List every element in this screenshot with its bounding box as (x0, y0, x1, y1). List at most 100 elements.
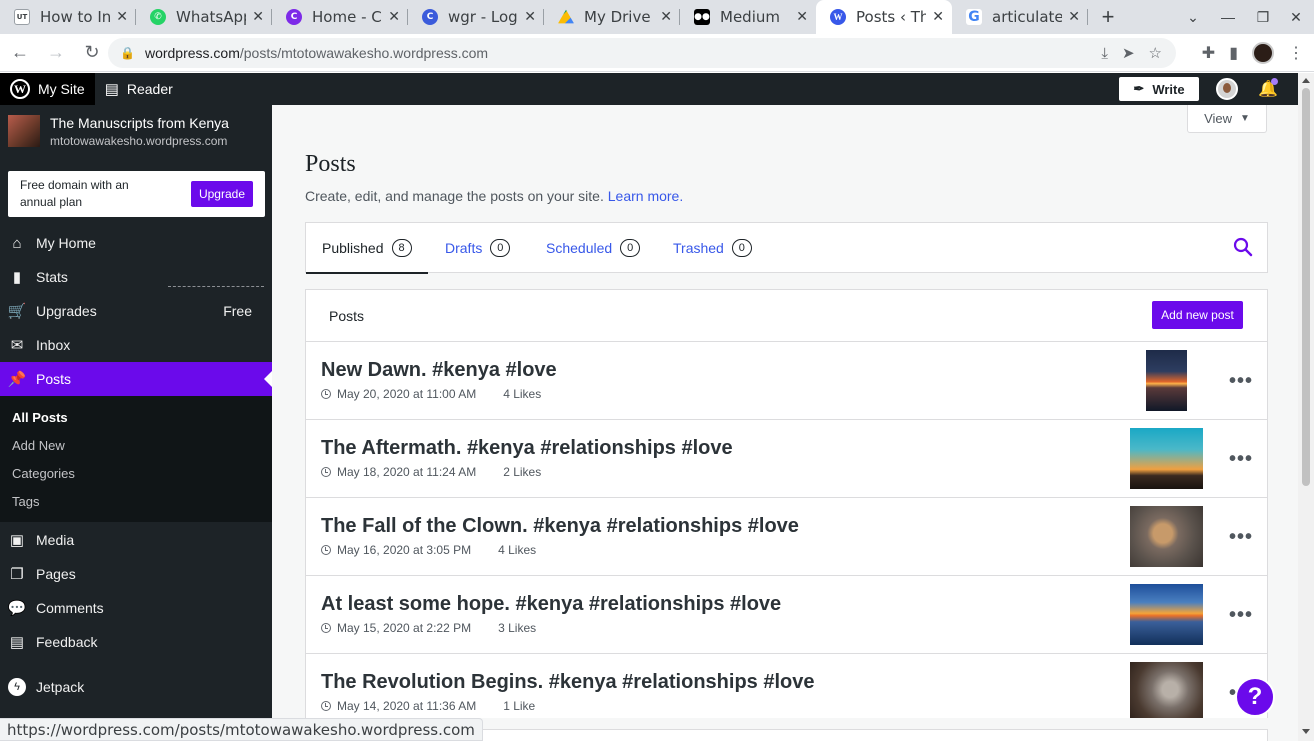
browser-tab[interactable]: ✆ WhatsApp ✕ (136, 0, 272, 34)
close-icon[interactable]: ✕ (524, 9, 536, 25)
close-icon[interactable]: ✕ (116, 9, 128, 25)
browser-tab[interactable]: G articulate ✕ (952, 0, 1088, 34)
clock-icon (321, 545, 331, 555)
browser-tab[interactable]: My Drive - ✕ (544, 0, 680, 34)
forward-icon[interactable]: → (40, 37, 72, 69)
home-icon: ⌂ (12, 234, 22, 252)
notifications-icon[interactable]: 🔔 (1258, 78, 1278, 99)
post-row[interactable]: The Aftermath. #kenya #relationships #lo… (306, 420, 1267, 498)
post-title[interactable]: New Dawn. #kenya #love (321, 359, 557, 382)
site-url: mtotowawakesho.wordpress.com (50, 134, 228, 148)
post-meta: May 16, 2020 at 3:05 PM 4 Likes (321, 543, 536, 557)
address-bar[interactable]: 🔒 wordpress.com/posts/mtotowawakesho.wor… (108, 38, 1176, 68)
reader-button[interactable]: ▤ Reader (95, 73, 183, 105)
pin-icon: 📌 (7, 371, 27, 388)
post-row[interactable]: The Revolution Begins. #kenya #relations… (306, 654, 1267, 718)
post-thumbnail[interactable] (1130, 584, 1203, 645)
close-icon[interactable]: ✕ (252, 9, 264, 25)
post-title[interactable]: The Fall of the Clown. #kenya #relations… (321, 515, 799, 538)
drive-icon (558, 9, 574, 24)
search-icon[interactable] (1233, 237, 1253, 257)
minimize-icon[interactable]: — (1210, 0, 1246, 34)
post-title[interactable]: The Aftermath. #kenya #relationships #lo… (321, 437, 733, 460)
close-window-icon[interactable]: ✕ (1278, 0, 1314, 34)
post-title[interactable]: The Revolution Begins. #kenya #relations… (321, 671, 814, 694)
restore-icon[interactable]: ❐ (1245, 0, 1281, 34)
close-icon[interactable]: ✕ (388, 9, 400, 25)
browser-tab-active[interactable]: W Posts ‹ The ✕ (816, 0, 952, 34)
post-meta: May 15, 2020 at 2:22 PM 3 Likes (321, 621, 536, 635)
view-site-button[interactable]: View ▼ (1187, 105, 1267, 133)
more-actions-icon[interactable]: ••• (1229, 370, 1253, 393)
sidebar-item-my-home[interactable]: ⌂ My Home (0, 226, 272, 260)
sidebar-item-media[interactable]: ▣ Media (0, 523, 272, 557)
back-icon[interactable]: ← (4, 37, 36, 69)
tab-search-icon[interactable]: ⌄ (1175, 0, 1211, 34)
post-thumbnail[interactable] (1130, 662, 1203, 718)
my-site-button[interactable]: W My Site (0, 73, 95, 105)
sidebar-item-posts[interactable]: 📌 Posts (0, 362, 272, 396)
sidebar-item-stats[interactable]: ▮ Stats (0, 260, 272, 294)
sidebar-item-inbox[interactable]: ✉ Inbox (0, 328, 272, 362)
sidebar-item-pages[interactable]: ❐ Pages (0, 557, 272, 591)
tab-trashed[interactable]: Trashed 0 (673, 223, 752, 273)
upgrade-button[interactable]: Upgrade (190, 181, 253, 207)
post-row[interactable]: The Fall of the Clown. #kenya #relations… (306, 498, 1267, 576)
clock-icon (321, 701, 331, 711)
clock-icon (321, 389, 331, 399)
more-actions-icon[interactable]: ••• (1229, 604, 1253, 627)
tab-drafts[interactable]: Drafts 0 (445, 223, 511, 273)
menu-icon[interactable]: ⋮ (1288, 43, 1304, 63)
notification-dot (1271, 78, 1278, 85)
clock-icon (321, 623, 331, 633)
reader-icon: ▤ (104, 81, 119, 98)
post-thumbnail[interactable] (1130, 428, 1203, 489)
post-row[interactable]: New Dawn. #kenya #love May 20, 2020 at 1… (306, 342, 1267, 420)
browser-tab[interactable]: UT How to Ins ✕ (0, 0, 136, 34)
sidebar-item-upgrades[interactable]: 🛒 Upgrades Free (0, 294, 272, 328)
browser-tab[interactable]: ●● Medium ✕ (680, 0, 816, 34)
post-thumbnail[interactable] (1146, 350, 1187, 411)
sidebar-item-comments[interactable]: 💬 Comments (0, 591, 272, 625)
post-meta: May 14, 2020 at 11:36 AM 1 Like (321, 699, 535, 713)
submenu-categories[interactable]: Categories (12, 466, 75, 481)
wordpress-icon: W (10, 79, 30, 99)
submenu-add-new[interactable]: Add New (12, 438, 65, 453)
sidebar-item-feedback[interactable]: ▤ Feedback (0, 625, 272, 659)
scrollbar[interactable] (1298, 73, 1314, 741)
side-panel-icon[interactable]: ▮ (1229, 43, 1238, 63)
more-actions-icon[interactable]: ••• (1229, 526, 1253, 549)
close-icon[interactable]: ✕ (796, 9, 808, 25)
close-icon[interactable]: ✕ (932, 9, 944, 25)
browser-tab[interactable]: C wgr - Logo ✕ (408, 0, 544, 34)
bookmark-star-icon[interactable]: ☆ (1149, 44, 1162, 62)
scroll-thumb[interactable] (1302, 88, 1310, 486)
tab-published[interactable]: Published 8 (306, 223, 427, 274)
send-icon[interactable]: ➤ (1122, 44, 1135, 62)
post-thumbnail[interactable] (1130, 506, 1203, 567)
post-row[interactable]: At least some hope. #kenya #relationship… (306, 576, 1267, 654)
browser-tab[interactable]: C Home - Ca ✕ (272, 0, 408, 34)
learn-more-link[interactable]: Learn more. (608, 188, 683, 204)
help-button[interactable]: ? (1235, 677, 1275, 717)
write-button[interactable]: ✒ Write (1119, 77, 1199, 101)
site-icon (8, 115, 40, 147)
sidebar-item-jetpack[interactable]: ϟ Jetpack (0, 670, 272, 704)
more-actions-icon[interactable]: ••• (1229, 448, 1253, 471)
post-title[interactable]: At least some hope. #kenya #relationship… (321, 593, 781, 616)
close-icon[interactable]: ✕ (660, 9, 672, 25)
close-icon[interactable]: ✕ (1068, 9, 1080, 25)
submenu-tags[interactable]: Tags (12, 494, 39, 509)
install-icon[interactable]: ⤓ (1101, 45, 1108, 62)
submenu-all-posts[interactable]: All Posts (12, 410, 68, 425)
profile-avatar[interactable] (1252, 42, 1274, 64)
site-header[interactable]: The Manuscripts from Kenya mtotowawakesh… (8, 115, 229, 148)
scroll-up-icon[interactable] (1302, 78, 1310, 83)
extensions-icon[interactable]: ✚ (1202, 43, 1215, 63)
reload-icon[interactable]: ↻ (76, 37, 108, 69)
new-tab-button[interactable]: + (1088, 0, 1128, 34)
scroll-down-icon[interactable] (1302, 729, 1310, 734)
tab-scheduled[interactable]: Scheduled 0 (546, 223, 641, 273)
user-avatar[interactable] (1216, 78, 1238, 100)
add-new-post-button[interactable]: Add new post (1152, 301, 1243, 329)
